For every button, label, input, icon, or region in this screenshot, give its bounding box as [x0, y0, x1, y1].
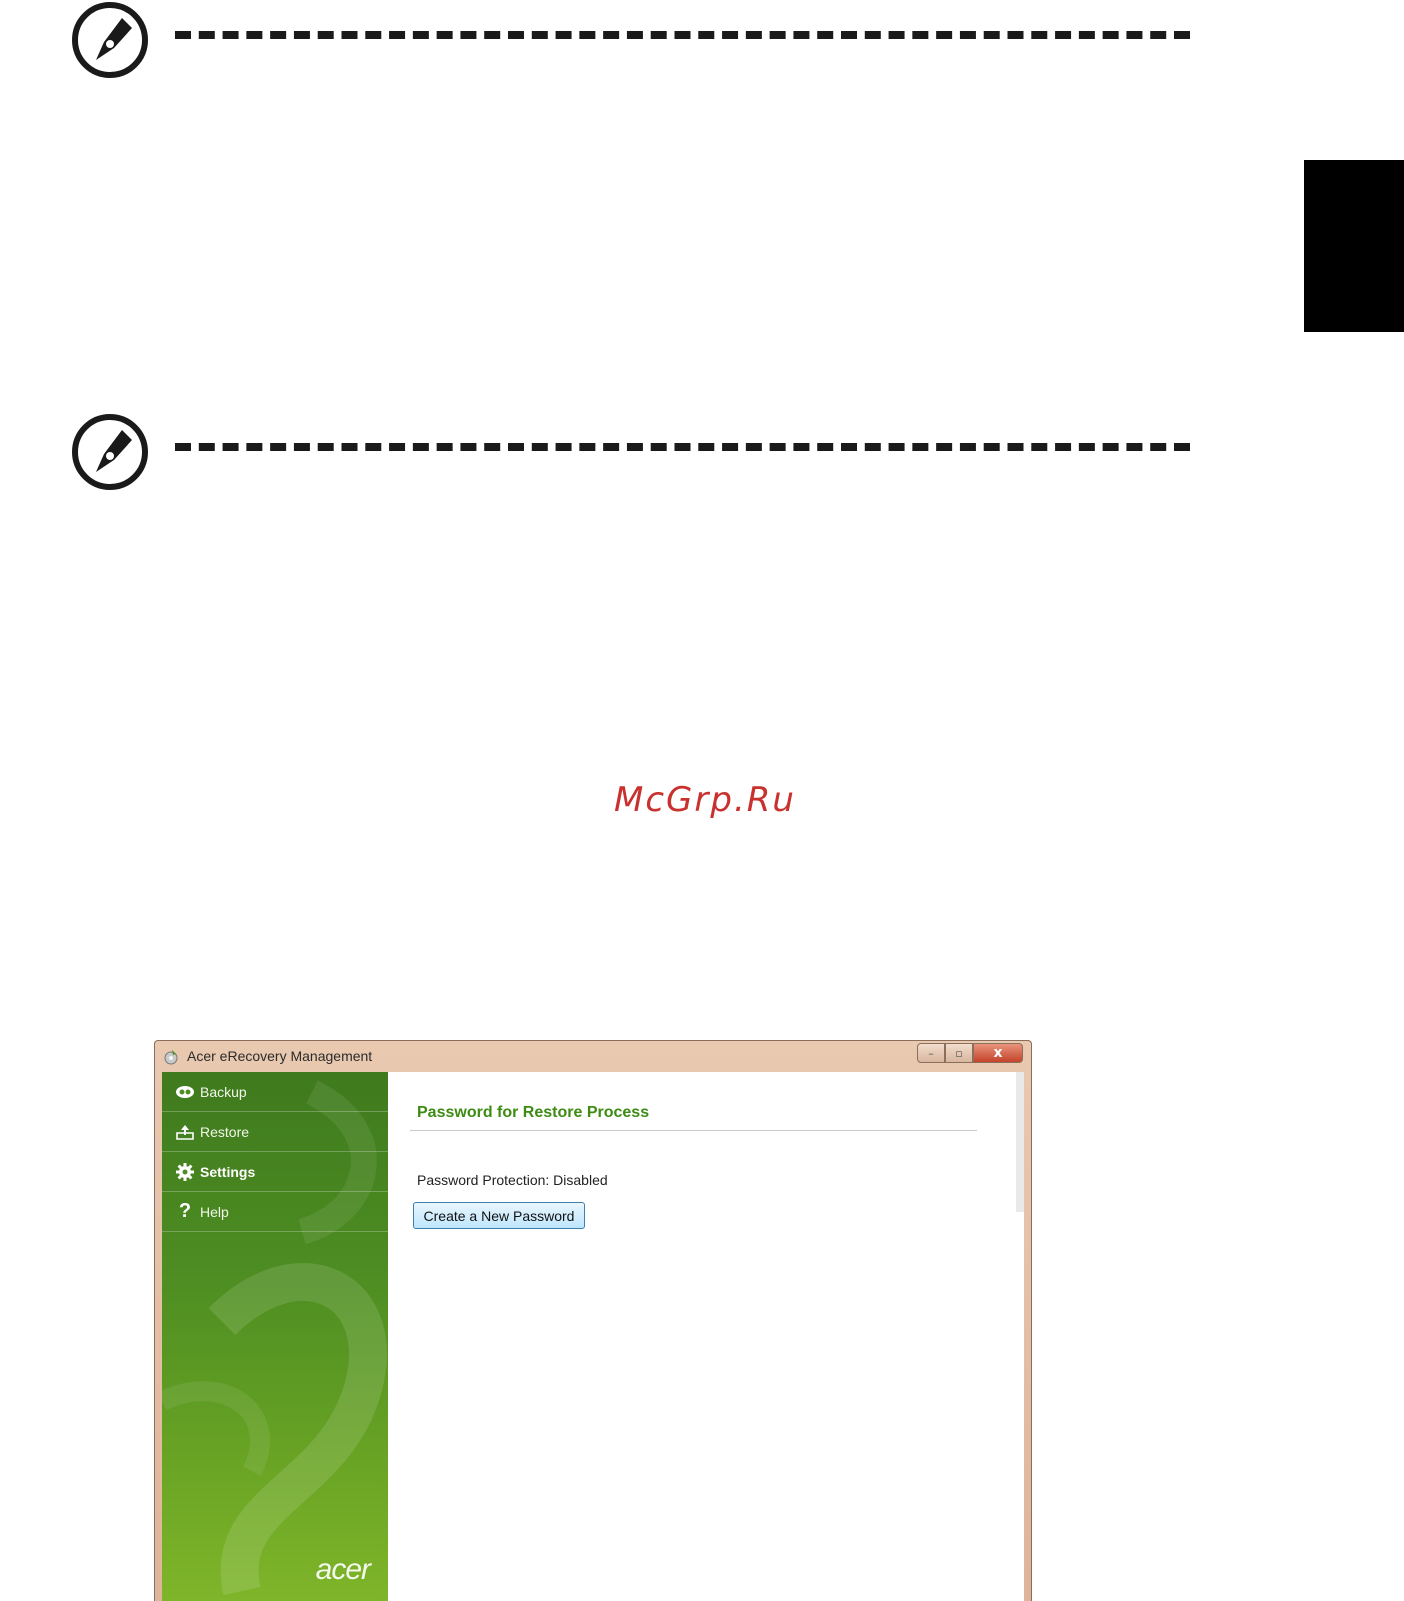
restore-icon: [172, 1122, 198, 1142]
app-icon: [164, 1050, 178, 1065]
watermark: McGrp.Ru: [614, 780, 796, 820]
sidebar-item-help[interactable]: ? Help: [162, 1192, 388, 1232]
window-controls: – ▫ x: [917, 1043, 1023, 1063]
acer-logo: acer: [315, 1553, 371, 1586]
close-button[interactable]: x: [973, 1043, 1023, 1063]
chapter-tab: [1304, 160, 1404, 332]
help-icon: ?: [178, 1200, 192, 1222]
sidebar-item-label: Restore: [200, 1123, 250, 1140]
note-pen-icon: [72, 414, 148, 490]
note-divider: [175, 31, 1190, 39]
section-divider: [410, 1130, 977, 1131]
backup-icon: [172, 1082, 198, 1102]
sidebar-item-settings[interactable]: Settings: [162, 1152, 388, 1192]
main-content: Password for Restore Process Password Pr…: [388, 1072, 1024, 1601]
window-title: Acer eRecovery Management: [187, 1048, 373, 1064]
create-password-button[interactable]: Create a New Password: [413, 1202, 585, 1229]
sidebar-item-backup[interactable]: Backup: [162, 1072, 388, 1112]
minimize-button[interactable]: –: [917, 1043, 945, 1063]
gear-icon: [172, 1162, 198, 1182]
sidebar-item-restore[interactable]: Restore: [162, 1112, 388, 1152]
section-title: Password for Restore Process: [417, 1104, 650, 1121]
sidebar-item-label: Settings: [200, 1163, 256, 1180]
sidebar: Backup Restore Settings ? Help acer: [162, 1072, 388, 1601]
window-client: Backup Restore Settings ? Help acer Pass…: [162, 1072, 1024, 1601]
sidebar-item-label: Help: [200, 1203, 229, 1220]
note-pen-icon: [72, 2, 148, 78]
sidebar-item-label: Backup: [200, 1083, 247, 1100]
title-bar[interactable]: Acer eRecovery Management – ▫ x: [155, 1041, 1031, 1071]
app-window: Acer eRecovery Management – ▫ x Backup R…: [154, 1040, 1032, 1601]
maximize-button[interactable]: ▫: [945, 1043, 973, 1063]
password-status: Password Protection: Disabled: [417, 1172, 608, 1188]
note-divider: [175, 443, 1190, 451]
scrollbar[interactable]: [1016, 1072, 1024, 1212]
